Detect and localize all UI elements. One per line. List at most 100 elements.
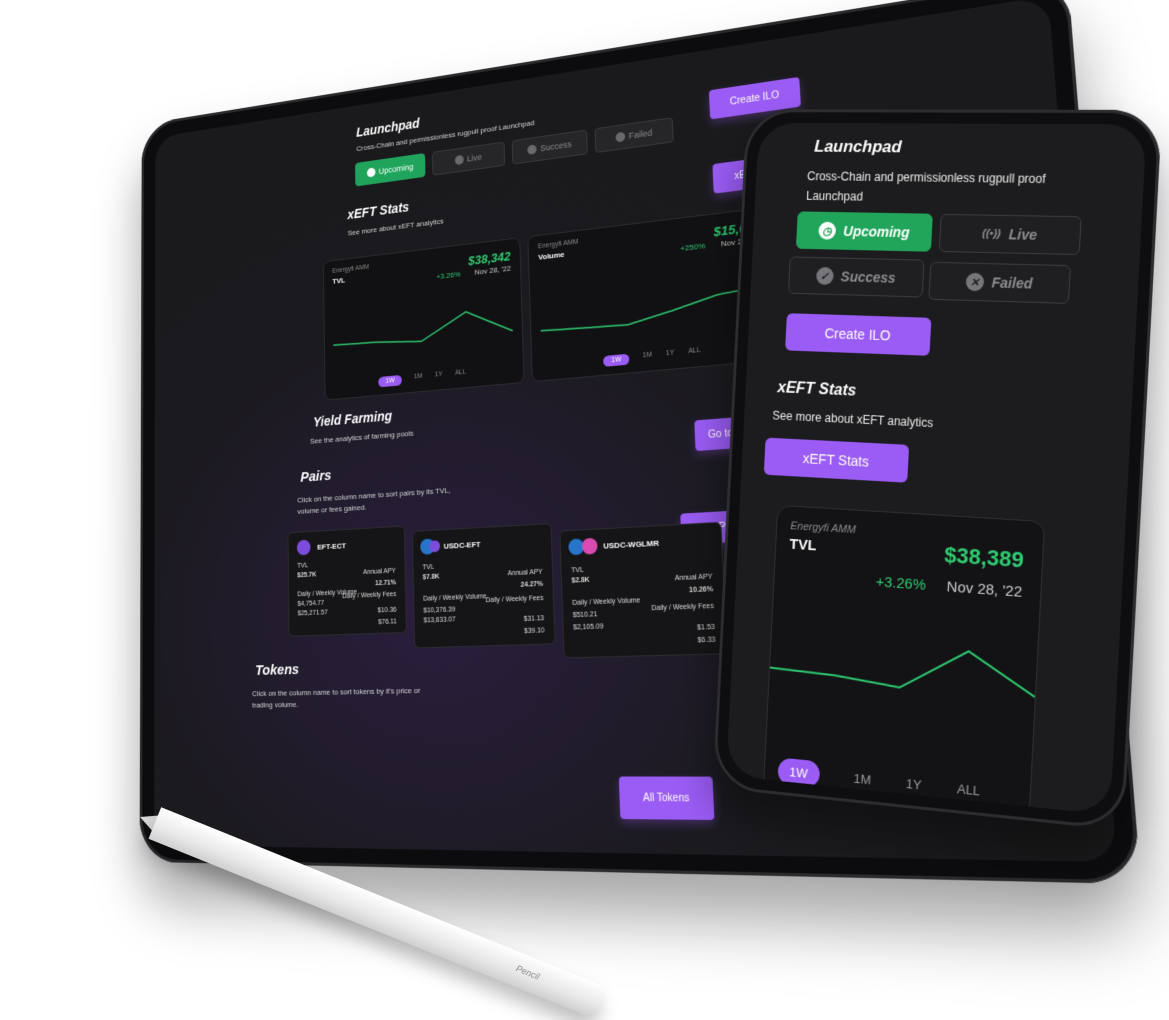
tab-live[interactable]: ((•)) Live (938, 213, 1082, 256)
chart-source: Energyfi AMM (537, 238, 579, 251)
range-all[interactable]: ALL (957, 781, 981, 798)
apy-value: 12.71% (375, 579, 397, 588)
chart-change: +250% (680, 241, 706, 254)
all-tokens-button[interactable]: All Tokens (618, 776, 715, 820)
range-1m[interactable]: 1M (643, 351, 653, 363)
volume-label: Daily / Weekly Volume (423, 593, 487, 603)
pencil-label: Pencil (514, 963, 541, 982)
chart-source: Energyfi AMM (332, 263, 370, 275)
tvl-line-chart (333, 287, 514, 371)
broadcast-icon (454, 154, 464, 166)
clock-icon: ◷ (817, 221, 837, 240)
tvl-value: $7.8K (422, 573, 440, 582)
pair-card[interactable]: EFT-ECT TVL $25.7K Annual APY 12.71% Dai… (287, 525, 407, 637)
range-1y[interactable]: 1Y (435, 371, 443, 382)
volume-series-line (540, 286, 766, 334)
xeft-stats-button[interactable]: xEFT Stats (763, 437, 910, 483)
tab-upcoming[interactable]: ◷ Upcoming (795, 211, 933, 252)
chart-label: TVL (789, 535, 817, 555)
range-1m[interactable]: 1M (853, 771, 871, 788)
tab-label: Failed (628, 127, 653, 141)
tab-failed[interactable]: ✕ Failed (928, 261, 1071, 304)
chart-change: +3.26% (436, 269, 461, 282)
range-1w[interactable]: 1W (603, 353, 630, 367)
check-circle-icon: ✓ (815, 266, 834, 286)
tab-label: Success (540, 139, 572, 154)
apy-value: 10.26% (688, 585, 714, 595)
fees-daily: $1.53 (696, 623, 716, 632)
tab-upcoming[interactable]: Upcoming (354, 152, 426, 187)
tvl-value: $2.8K (571, 576, 590, 585)
fees-label: Daily / Weekly Fees (651, 602, 715, 613)
yield-title: Yield Farming (313, 407, 393, 430)
tvl-series-line (333, 307, 513, 351)
range-1w[interactable]: 1W (378, 374, 402, 388)
apy-label: Annual APY (674, 573, 713, 583)
pair-card[interactable]: USDC-EFT TVL $7.8K Annual APY 24.27% Dai… (411, 523, 556, 649)
pair-card[interactable]: USDC-WGLMR TVL $2.8K Annual APY 10.26% D… (559, 521, 728, 659)
launchpad-subtitle: Cross-Chain and permissionless rugpull p… (805, 169, 1046, 204)
volume-daily: $4,754.77 (297, 599, 325, 608)
chart-change: +3.26% (875, 573, 927, 594)
broadcast-icon: ((•)) (981, 227, 1002, 241)
volume-weekly: $2,105.09 (573, 623, 604, 632)
fees-label: Daily / Weekly Fees (485, 594, 544, 605)
range-all[interactable]: ALL (688, 347, 701, 359)
fees-label: Daily / Weekly Fees (342, 591, 397, 601)
check-circle-icon (527, 144, 537, 155)
volume-daily: $510.21 (572, 611, 598, 620)
pairs-title: Pairs (300, 467, 332, 486)
tab-label: Upcoming (842, 223, 910, 241)
chart-source: Energyfi AMM (790, 520, 857, 537)
launchpad-title: Launchpad (813, 136, 903, 157)
stats-title: xEFT Stats (347, 199, 410, 222)
tab-label: Upcoming (378, 161, 414, 176)
tab-label: Failed (991, 274, 1033, 292)
tvl-chart-card: Energyfi AMM TVL $38,389 +3.26% Nov 28, … (762, 504, 1046, 815)
tvl-label: TVL (422, 563, 435, 572)
fees-weekly: $39.10 (524, 627, 545, 636)
phone-screen: Launchpad Cross-Chain and permissionless… (726, 122, 1147, 815)
chart-label: Volume (538, 250, 565, 262)
pair-name: USDC-EFT (443, 539, 481, 551)
tvl-line-chart (768, 603, 1039, 735)
pairs-subtitle-line2: volume or fees gained. (297, 502, 367, 516)
tab-label: Live (1008, 226, 1038, 243)
eft-token-icon (296, 539, 311, 556)
fees-weekly: $6.33 (697, 636, 716, 645)
range-1y[interactable]: 1Y (906, 776, 922, 792)
create-ilo-button[interactable]: Create ILO (785, 313, 932, 356)
tab-live[interactable]: Live (431, 141, 506, 176)
chart-value: $38,389 (943, 542, 1025, 573)
volume-weekly: $25,271.57 (297, 609, 328, 618)
range-1m[interactable]: 1M (414, 373, 423, 384)
tvl-chart-card: Energyfi AMM TVL $38,342 +3.26% Nov 28, … (322, 237, 525, 401)
tab-failed[interactable]: Failed (594, 117, 674, 154)
apy-label: Annual APY (507, 568, 543, 578)
fees-weekly: $76.11 (378, 618, 397, 626)
pair-name: USDC-WGLMR (603, 538, 660, 551)
tokens-subtitle-line2: trading volume. (252, 700, 299, 710)
tab-success[interactable]: Success (511, 129, 588, 165)
phone-device: Launchpad Cross-Chain and permissionless… (712, 109, 1163, 831)
range-all[interactable]: ALL (455, 369, 466, 381)
pair-name: EFT-ECT (317, 541, 346, 552)
tokens-title: Tokens (255, 661, 300, 679)
eft-token-icon (429, 540, 441, 553)
tab-success[interactable]: ✓ Success (787, 256, 925, 298)
apy-value: 24.27% (520, 580, 544, 589)
fees-daily: $10.36 (377, 606, 397, 615)
stats-title: xEFT Stats (777, 379, 857, 400)
x-circle-icon: ✕ (965, 272, 985, 292)
tvl-label: TVL (297, 562, 309, 570)
fees-daily: $31.13 (523, 615, 545, 623)
wglmr-token-icon (581, 537, 598, 555)
volume-daily: $10,376.39 (423, 606, 456, 615)
tab-label: Success (840, 268, 897, 286)
range-1y[interactable]: 1Y (666, 349, 675, 361)
yield-subtitle: See the analytics of farming pools (310, 428, 414, 446)
volume-weekly: $13,633.07 (423, 616, 456, 625)
volume-label: Daily / Weekly Volume (572, 597, 641, 607)
pairs-subtitle-line1: Click on the column name to sort pairs b… (297, 485, 451, 505)
clock-icon (366, 167, 376, 178)
